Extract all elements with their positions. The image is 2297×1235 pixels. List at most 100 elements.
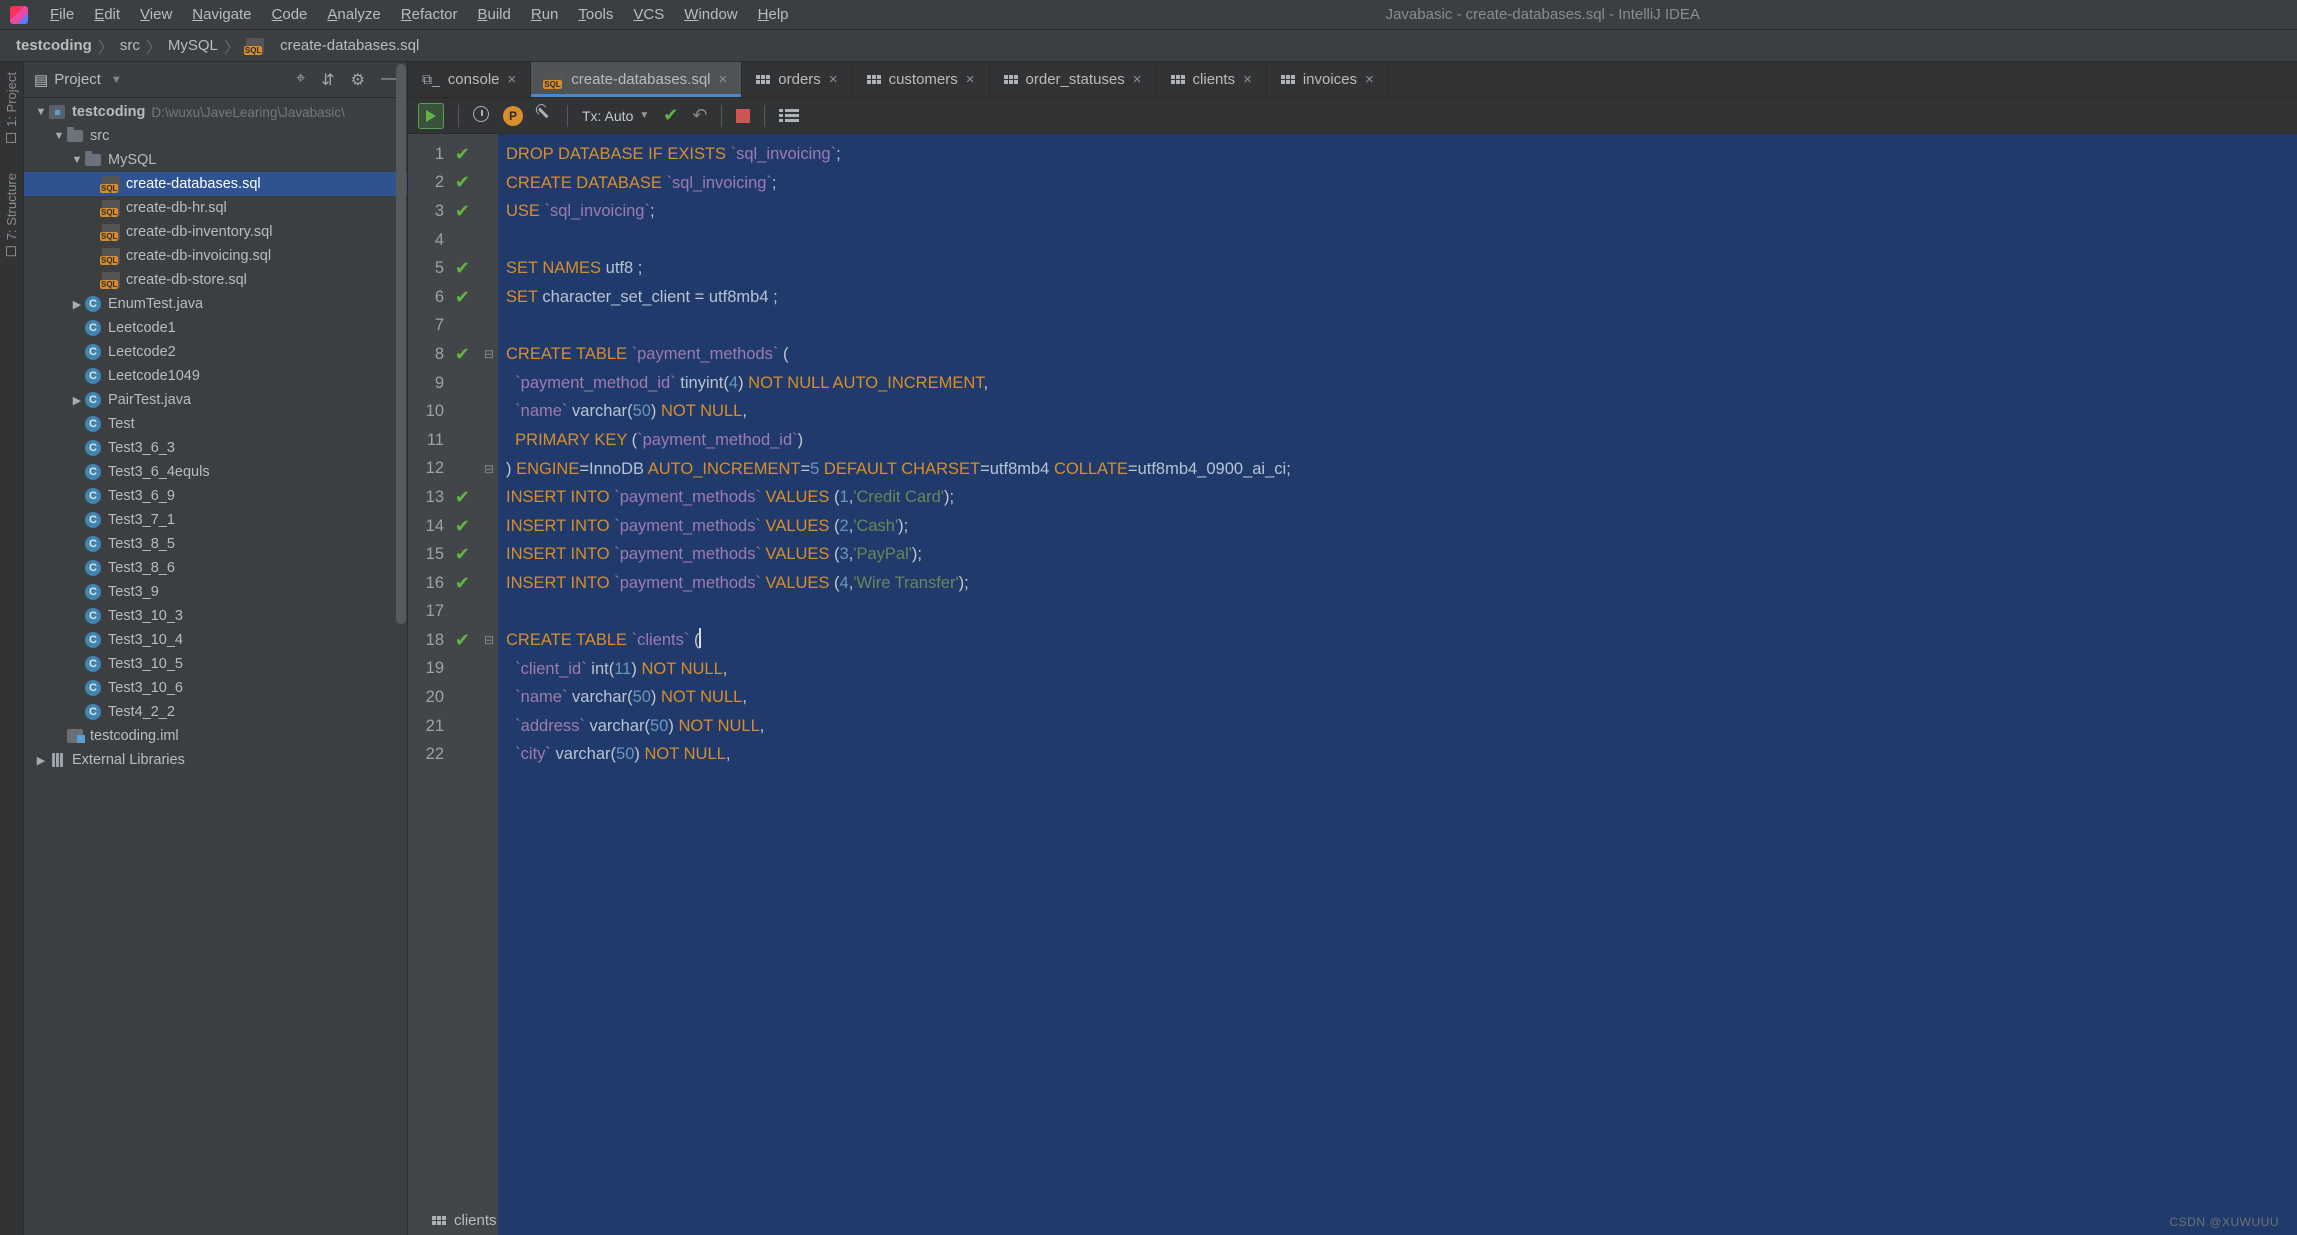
tree-class-Test3_8_6[interactable]: CTest3_8_6	[24, 556, 407, 580]
table-icon	[432, 1216, 446, 1225]
tab-create-databases.sql[interactable]: create-databases.sql×	[531, 62, 742, 97]
tree-class-Test3_10_5[interactable]: CTest3_10_5	[24, 652, 407, 676]
tree-file-create-db-invoicing.sql[interactable]: create-db-invoicing.sql	[24, 244, 407, 268]
tree-mysql[interactable]: ▼MySQL	[24, 148, 407, 172]
menu-code[interactable]: Code	[262, 2, 318, 27]
gutter: 1✔2✔3✔45✔6✔78✔910111213✔14✔15✔16✔1718✔19…	[408, 134, 480, 1235]
tree-class-Test3_9[interactable]: CTest3_9	[24, 580, 407, 604]
tree-class-Test4_2_2[interactable]: CTest4_2_2	[24, 700, 407, 724]
commit-icon[interactable]: ✔	[663, 105, 678, 126]
sql-file-icon	[545, 72, 563, 88]
table-icon	[1171, 75, 1185, 84]
tree-file-create-db-store.sql[interactable]: create-db-store.sql	[24, 268, 407, 292]
menu-vcs[interactable]: VCS	[623, 2, 674, 27]
breadcrumb-file[interactable]: create-databases.sql	[242, 37, 423, 54]
stop-icon[interactable]	[736, 109, 750, 123]
tab-order_statuses[interactable]: order_statuses×	[990, 62, 1157, 97]
tree-class-PairTest.java[interactable]: ▶CPairTest.java	[24, 388, 407, 412]
menu-file[interactable]: File	[40, 2, 84, 27]
sql-file-icon	[246, 38, 264, 54]
tree-class-Test3_7_1[interactable]: CTest3_7_1	[24, 508, 407, 532]
chevron-right-icon: 〉	[224, 34, 240, 58]
tree-src[interactable]: ▼src	[24, 124, 407, 148]
structure-tool-tab[interactable]: 7: Structure	[4, 173, 19, 256]
menu-help[interactable]: Help	[748, 2, 799, 27]
project-view-icon: ▤	[34, 71, 48, 89]
tree-class-Test3_8_5[interactable]: CTest3_8_5	[24, 532, 407, 556]
run-button[interactable]	[418, 103, 444, 129]
menu-edit[interactable]: Edit	[84, 2, 130, 27]
plan-pill[interactable]: P	[503, 106, 523, 126]
close-icon[interactable]: ×	[829, 71, 838, 88]
tree-class-Test[interactable]: CTest	[24, 412, 407, 436]
tree-file-create-databases.sql[interactable]: create-databases.sql	[24, 172, 407, 196]
project-tree[interactable]: ▼testcodingD:\wuxu\JaveLearing\Javabasic…	[24, 98, 407, 1235]
left-tool-tab-strip: 1: Project 7: Structure	[0, 62, 24, 1235]
table-icon	[1004, 75, 1018, 84]
tab-clients[interactable]: clients×	[1157, 62, 1267, 97]
chevron-down-icon[interactable]: ▼	[111, 74, 122, 86]
close-icon[interactable]: ×	[1365, 71, 1374, 88]
tree-class-Leetcode2[interactable]: CLeetcode2	[24, 340, 407, 364]
menu-build[interactable]: Build	[467, 2, 520, 27]
close-icon[interactable]: ×	[1133, 71, 1142, 88]
scrollbar[interactable]	[395, 62, 407, 1235]
project-tool-tab[interactable]: 1: Project	[4, 72, 19, 143]
tab-console[interactable]: ⧉_console×	[408, 62, 531, 97]
rollback-icon[interactable]: ↶	[692, 105, 707, 126]
tree-class-Test3_6_9[interactable]: CTest3_6_9	[24, 484, 407, 508]
status-context-label: clients	[454, 1212, 497, 1229]
tree-external[interactable]: ▶External Libraries	[24, 748, 407, 772]
breadcrumb-item[interactable]: src	[116, 37, 144, 54]
menu-navigate[interactable]: Navigate	[182, 2, 261, 27]
tab-orders[interactable]: orders×	[742, 62, 852, 97]
chevron-right-icon: 〉	[146, 34, 162, 58]
chevron-right-icon: 〉	[98, 34, 114, 58]
menu-tools[interactable]: Tools	[568, 2, 623, 27]
menu-run[interactable]: Run	[521, 2, 569, 27]
code-editor[interactable]: 1✔2✔3✔45✔6✔78✔910111213✔14✔15✔16✔1718✔19…	[408, 134, 2297, 1235]
project-panel: ▤Project▼ ⌖ ⇵ ⚙ — ▼testcodingD:\wuxu\Jav…	[24, 62, 408, 1235]
tree-class-Test3_10_4[interactable]: CTest3_10_4	[24, 628, 407, 652]
main-menubar: FileEditViewNavigateCodeAnalyzeRefactorB…	[0, 0, 2297, 30]
tree-file-create-db-inventory.sql[interactable]: create-db-inventory.sql	[24, 220, 407, 244]
tree-class-Leetcode1049[interactable]: CLeetcode1049	[24, 364, 407, 388]
tree-file-create-db-hr.sql[interactable]: create-db-hr.sql	[24, 196, 407, 220]
code-lines[interactable]: DROP DATABASE IF EXISTS `sql_invoicing`;…	[498, 134, 2297, 1235]
wrench-icon[interactable]	[537, 106, 553, 126]
close-icon[interactable]: ×	[508, 71, 517, 88]
history-icon[interactable]	[473, 106, 489, 126]
breadcrumb-item[interactable]: MySQL	[164, 37, 222, 54]
console-icon: ⧉_	[422, 71, 440, 88]
fold-strip[interactable]: ⊟⊟⊟	[480, 134, 498, 1235]
tree-iml[interactable]: testcoding.iml	[24, 724, 407, 748]
rows-icon[interactable]	[779, 109, 799, 122]
tree-root[interactable]: ▼testcodingD:\wuxu\JaveLearing\Javabasic…	[24, 100, 407, 124]
collapse-icon[interactable]: ⇵	[321, 70, 334, 90]
breadcrumb-root[interactable]: testcoding	[12, 37, 96, 54]
tree-class-Test3_10_3[interactable]: CTest3_10_3	[24, 604, 407, 628]
menu-refactor[interactable]: Refactor	[391, 2, 468, 27]
tree-class-Test3_6_3[interactable]: CTest3_6_3	[24, 436, 407, 460]
menu-window[interactable]: Window	[674, 2, 747, 27]
tab-customers[interactable]: customers×	[853, 62, 990, 97]
gear-icon[interactable]: ⚙	[351, 70, 365, 90]
tree-class-Test3_6_4equls[interactable]: CTest3_6_4equls	[24, 460, 407, 484]
breadcrumb: testcoding 〉 src 〉 MySQL 〉 create-databa…	[0, 30, 2297, 62]
close-icon[interactable]: ×	[966, 71, 975, 88]
tree-class-Test3_10_6[interactable]: CTest3_10_6	[24, 676, 407, 700]
tree-class-Leetcode1[interactable]: CLeetcode1	[24, 316, 407, 340]
tx-mode-dropdown[interactable]: Tx: Auto▼	[582, 108, 649, 124]
tree-class-EnumTest.java[interactable]: ▶CEnumTest.java	[24, 292, 407, 316]
locate-icon[interactable]: ⌖	[296, 70, 305, 90]
table-icon	[867, 75, 881, 84]
menu-analyze[interactable]: Analyze	[317, 2, 390, 27]
tab-invoices[interactable]: invoices×	[1267, 62, 1389, 97]
app-icon	[10, 6, 28, 24]
close-icon[interactable]: ×	[1243, 71, 1252, 88]
close-icon[interactable]: ×	[719, 71, 728, 88]
editor-toolbar: P Tx: Auto▼ ✔ ↶	[408, 98, 2297, 134]
project-panel-title[interactable]: Project	[54, 71, 101, 88]
menu-view[interactable]: View	[130, 2, 182, 27]
editor-tabs: ⧉_console×create-databases.sql×orders×cu…	[408, 62, 2297, 98]
